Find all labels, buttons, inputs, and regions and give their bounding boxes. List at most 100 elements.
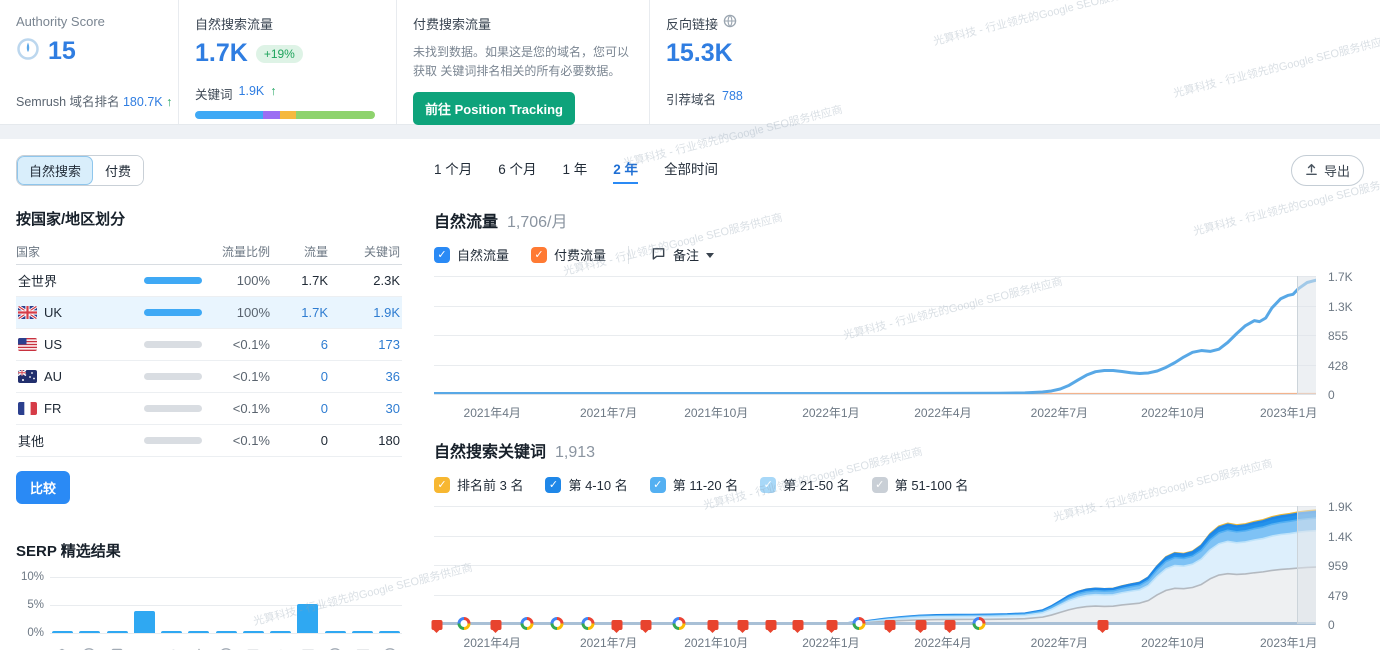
checkbox-icon[interactable] [649,476,666,493]
traffic-value[interactable]: 0 [270,369,328,384]
compare-button[interactable]: 比较 [16,471,71,504]
article-icon[interactable] [107,645,127,650]
backlinks-value[interactable]: 15.3K [666,39,856,68]
legend-checkbox-item[interactable]: 第 51-100 名 [871,475,968,494]
tab-organic-search[interactable]: 自然搜索 [17,156,94,185]
table-row-全世界[interactable]: 全世界 100% 1.7K 2.3K [16,265,402,297]
keywords-plot-area[interactable] [431,506,1316,633]
google-update-marker[interactable] [672,617,686,630]
checkbox-icon[interactable] [531,246,548,263]
time-tab[interactable]: 全部时间 [664,158,718,184]
crown-icon[interactable] [271,645,291,650]
legend-checkbox-item[interactable]: 排名前 3 名 [434,475,523,494]
legend-checkbox-item[interactable]: 自然流量 [434,245,509,264]
ref-domains-value[interactable]: 788 [722,89,743,108]
traffic-value[interactable]: 0 [270,401,328,416]
update-flag-marker[interactable] [640,620,652,633]
keywords-value[interactable]: 36 [328,369,400,384]
table-row-AU[interactable]: AU <0.1% 0 36 [16,361,402,393]
image-icon[interactable] [298,645,318,650]
country-cell: 全世界 [16,271,144,290]
update-flag-marker[interactable] [944,620,956,633]
serp-bar[interactable] [52,630,73,633]
position-tracking-button[interactable]: 前往 Position Tracking [413,92,575,126]
time-tab[interactable]: 2 年 [613,158,639,184]
table-row-UK[interactable]: UK 100% 1.7K 1.9K [16,297,402,329]
semrush-rank-value[interactable]: 180.7K [123,95,163,109]
google-update-marker[interactable] [852,617,866,630]
tab-paid[interactable]: 付费 [93,156,144,185]
image-pack-icon[interactable] [134,645,154,650]
keywords-value[interactable]: 1.9K [328,305,400,320]
link-icon[interactable] [161,645,181,650]
faq-icon[interactable]: ? [353,645,373,650]
google-update-marker[interactable] [581,617,595,630]
legend-label: 第 21-50 名 [783,478,850,493]
google-update-marker[interactable] [972,617,986,630]
note-bubble-icon [651,246,666,264]
serp-bar[interactable] [351,630,373,633]
time-tab[interactable]: 1 年 [563,158,588,184]
serp-bar[interactable] [161,630,182,633]
update-flag-marker[interactable] [765,620,777,633]
checkbox-icon[interactable] [434,246,450,263]
time-tab[interactable]: 6 个月 [498,158,536,184]
traffic-value[interactable]: 1.7K [270,305,328,320]
update-flag-marker[interactable] [884,620,896,633]
video-icon[interactable] [216,645,236,650]
keywords-value[interactable]: 1.9K [239,84,265,103]
legend-checkbox-item[interactable]: 付费流量 [531,245,606,264]
serp-bar[interactable] [133,610,155,633]
y-tick-label: 959 [1328,559,1349,573]
update-flag-marker[interactable] [792,620,804,633]
serp-bar[interactable] [379,630,400,633]
keywords-value[interactable]: 30 [328,401,400,416]
serp-bar[interactable] [188,630,210,633]
us-flag-icon [18,338,37,351]
update-flag-marker[interactable] [737,620,749,633]
serp-bar[interactable] [270,630,291,633]
serp-bar[interactable] [324,630,346,633]
serp-bar[interactable] [242,630,264,633]
time-tab[interactable]: 1 个月 [434,158,472,184]
serp-bar[interactable] [106,630,128,633]
serp-bar[interactable] [79,630,101,633]
update-flag-marker[interactable] [611,620,623,633]
serp-bar[interactable] [297,603,319,633]
graduation-cap-icon[interactable] [52,645,72,650]
google-update-marker[interactable] [457,617,471,630]
export-button[interactable]: 导出 [1290,155,1364,186]
x-tick-label: 2021年10月 [684,636,749,650]
notes-toggle[interactable]: 备注 [651,245,715,264]
question-icon[interactable]: ? [380,645,400,650]
checkbox-icon[interactable] [434,476,450,493]
update-flag-marker[interactable] [915,620,927,633]
checkbox-icon[interactable] [545,476,562,493]
update-flag-marker[interactable] [707,620,719,633]
keywords-value[interactable]: 173 [328,337,400,352]
video-box-icon[interactable] [243,645,263,650]
checkbox-icon[interactable] [760,476,777,493]
star-icon[interactable] [189,645,209,650]
update-flag-marker[interactable] [431,620,443,633]
update-flag-marker[interactable] [826,620,838,633]
checkbox-icon[interactable] [871,476,888,493]
table-row-US[interactable]: US <0.1% 6 173 [16,329,402,361]
traffic-chart: 1.7K 1.3K 855 428 0 [434,270,1364,402]
map-pin-icon[interactable] [79,645,99,650]
legend-checkbox-item[interactable]: 第 4-10 名 [545,475,628,494]
play-icon[interactable] [325,645,345,650]
legend-checkbox-item[interactable]: 第 21-50 名 [760,475,850,494]
gauge-icon [16,37,40,66]
fr-flag-icon [18,402,37,415]
serp-bar[interactable] [215,630,237,633]
table-row-其他[interactable]: 其他 <0.1% 0 180 [16,425,402,457]
table-row-FR[interactable]: FR <0.1% 0 30 [16,393,402,425]
update-flag-marker[interactable] [1097,620,1109,633]
google-update-marker[interactable] [520,617,534,630]
update-flag-marker[interactable] [490,620,502,633]
google-update-marker[interactable] [550,617,564,630]
traffic-plot-area[interactable] [434,276,1316,395]
legend-checkbox-item[interactable]: 第 11-20 名 [649,475,738,494]
traffic-value[interactable]: 6 [270,337,328,352]
